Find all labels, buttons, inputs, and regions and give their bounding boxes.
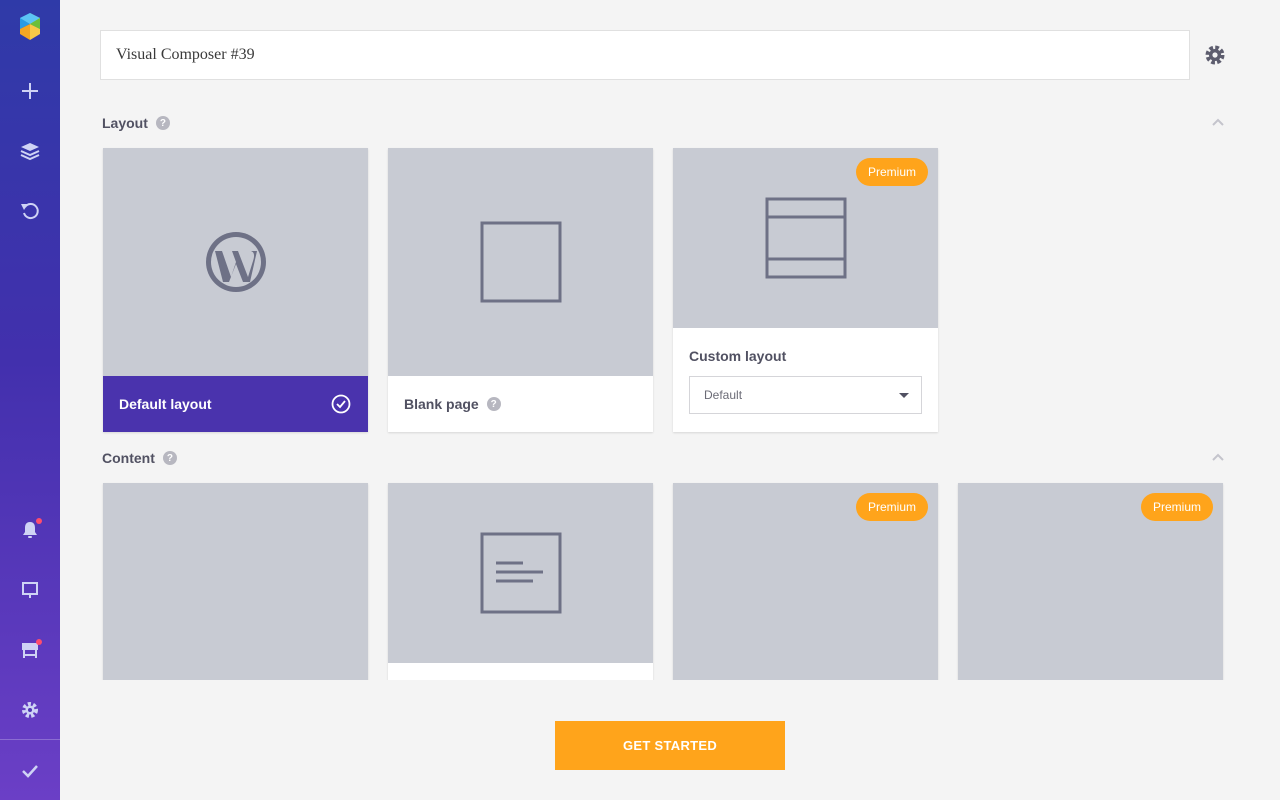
layout-card-label: Blank page bbox=[404, 396, 479, 412]
settings-button[interactable] bbox=[0, 685, 60, 735]
content-templates-grid: Premium Premium bbox=[60, 482, 1280, 680]
start-blank-panel: Layout ? Default layout Blan bbox=[60, 0, 1280, 800]
premium-badge: Premium bbox=[1140, 493, 1213, 521]
premium-badge: Premium bbox=[855, 493, 928, 521]
notifications-button[interactable] bbox=[0, 505, 60, 555]
layout-card-blank[interactable]: Blank page ? bbox=[388, 148, 653, 432]
check-icon bbox=[22, 765, 38, 778]
undo-button[interactable] bbox=[0, 185, 60, 235]
get-started-button[interactable]: GET STARTED bbox=[555, 721, 785, 770]
page-title-input[interactable] bbox=[100, 30, 1190, 80]
caret-down-icon bbox=[899, 393, 909, 398]
layout-section-title: Layout bbox=[102, 115, 148, 131]
layout-card-footer: Blank page ? bbox=[388, 376, 653, 432]
undo-icon bbox=[21, 203, 39, 220]
publish-button[interactable] bbox=[0, 746, 60, 796]
gear-icon bbox=[22, 702, 38, 718]
layout-card-label: Custom layout bbox=[689, 348, 787, 364]
content-card[interactable]: Premium bbox=[673, 483, 938, 680]
logo-icon[interactable] bbox=[0, 5, 60, 55]
wordpress-icon bbox=[205, 232, 266, 292]
notification-dot bbox=[36, 639, 42, 645]
layers-icon bbox=[20, 143, 40, 161]
content-thumbnail bbox=[103, 483, 368, 680]
content-thumbnail bbox=[388, 483, 653, 663]
page-settings-button[interactable] bbox=[1203, 43, 1227, 67]
chevron-up-icon[interactable] bbox=[1210, 116, 1226, 128]
layout-section-header: Layout ? bbox=[102, 113, 170, 133]
content-section-header: Content ? bbox=[102, 448, 177, 468]
sidebar-divider bbox=[0, 739, 60, 740]
layout-card-footer: Default layout bbox=[103, 376, 368, 432]
sidebar bbox=[0, 0, 60, 800]
layout-card-default[interactable]: Default layout bbox=[103, 148, 368, 432]
add-element-button[interactable] bbox=[0, 66, 60, 116]
premium-badge: Premium bbox=[855, 158, 928, 186]
content-card[interactable] bbox=[388, 483, 653, 680]
layout-thumbnail bbox=[388, 148, 653, 376]
layout-card-label: Default layout bbox=[119, 396, 212, 412]
layout-help-icon[interactable]: ? bbox=[155, 116, 170, 130]
layout-thumbnail bbox=[103, 148, 368, 376]
preview-button[interactable] bbox=[0, 565, 60, 615]
custom-layout-icon bbox=[765, 197, 846, 279]
layout-card-custom[interactable]: Premium Custom layout Default bbox=[673, 148, 938, 432]
desktop-icon bbox=[22, 582, 38, 598]
custom-layout-select[interactable]: Default bbox=[689, 376, 922, 414]
select-value: Default bbox=[704, 388, 743, 402]
blank-page-help-icon[interactable]: ? bbox=[486, 397, 501, 411]
tree-view-button[interactable] bbox=[0, 126, 60, 176]
check-circle-icon bbox=[331, 394, 351, 414]
chevron-up-icon[interactable] bbox=[1210, 451, 1226, 463]
blank-page-icon bbox=[480, 221, 561, 303]
hub-button[interactable] bbox=[0, 625, 60, 675]
gear-icon bbox=[1205, 45, 1225, 65]
content-section-title: Content bbox=[102, 450, 155, 466]
plus-icon bbox=[22, 83, 38, 99]
content-card[interactable] bbox=[103, 483, 368, 680]
content-card[interactable]: Premium bbox=[958, 483, 1223, 680]
notification-dot bbox=[36, 518, 42, 524]
text-page-icon bbox=[480, 532, 561, 614]
content-help-icon[interactable]: ? bbox=[162, 451, 177, 465]
